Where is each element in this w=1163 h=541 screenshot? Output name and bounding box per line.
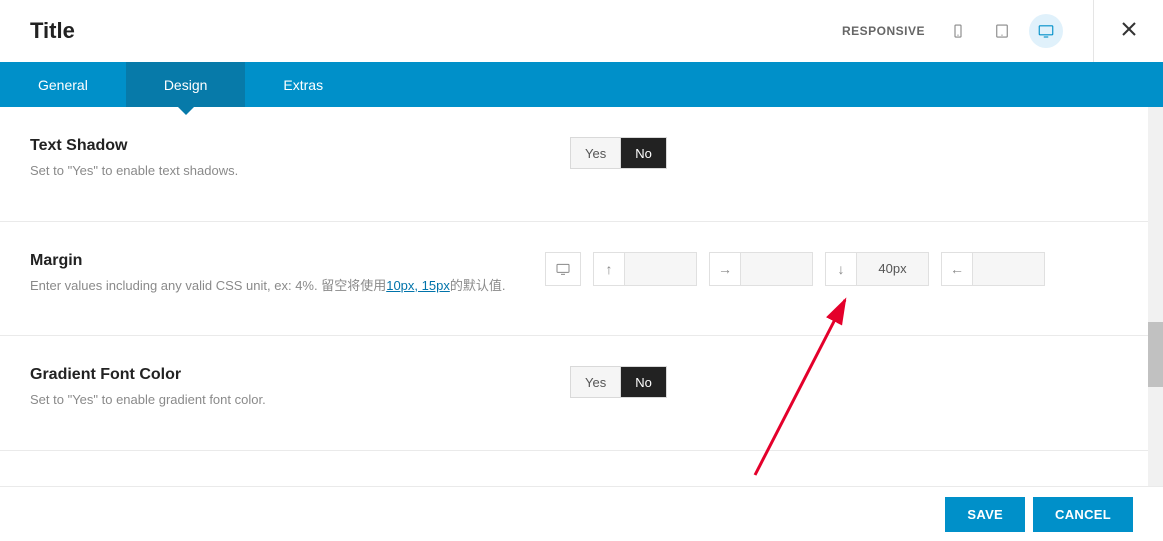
scrollbar-thumb[interactable] <box>1148 322 1163 387</box>
margin-responsive-button[interactable] <box>545 252 581 286</box>
margin-desc-prefix: Enter values including any valid CSS uni… <box>30 278 386 293</box>
close-column <box>1093 0 1163 62</box>
margin-right-input[interactable] <box>741 252 813 286</box>
margin-desc-suffix: 的默认值. <box>450 278 506 293</box>
arrow-right-icon: → <box>709 252 741 286</box>
tab-design[interactable]: Design <box>126 62 246 107</box>
section-left: Gradient Font Color Set to "Yes" to enab… <box>30 366 520 410</box>
device-mobile-button[interactable] <box>941 14 975 48</box>
section-left: Text Shadow Set to "Yes" to enable text … <box>30 137 520 181</box>
arrow-up-icon: ↑ <box>593 252 625 286</box>
close-icon <box>1121 21 1137 37</box>
text-shadow-no[interactable]: No <box>621 138 666 168</box>
header: Title RESPONSIVE <box>0 0 1163 62</box>
margin-top-input[interactable] <box>625 252 697 286</box>
body-area: Text Shadow Set to "Yes" to enable text … <box>0 107 1148 486</box>
section-gradient: Gradient Font Color Set to "Yes" to enab… <box>0 336 1148 451</box>
page-title: Title <box>30 18 75 44</box>
margin-right-group: → <box>709 252 813 286</box>
device-desktop-button[interactable] <box>1029 14 1063 48</box>
gradient-yes[interactable]: Yes <box>571 367 621 397</box>
section-right: Yes No <box>520 366 1118 410</box>
responsive-label: RESPONSIVE <box>842 24 925 38</box>
margin-desc: Enter values including any valid CSS uni… <box>30 276 520 296</box>
margin-top-group: ↑ <box>593 252 697 286</box>
footer: SAVE CANCEL <box>0 486 1163 541</box>
tabs: General Design Extras <box>0 62 1163 107</box>
desktop-icon <box>555 261 571 277</box>
arrow-down-icon: ↓ <box>825 252 857 286</box>
cancel-button[interactable]: CANCEL <box>1033 497 1133 532</box>
section-text-shadow: Text Shadow Set to "Yes" to enable text … <box>0 107 1148 222</box>
header-right: RESPONSIVE <box>842 0 1133 62</box>
margin-bottom-input[interactable] <box>857 252 929 286</box>
margin-title: Margin <box>30 252 520 270</box>
text-shadow-title: Text Shadow <box>30 137 520 155</box>
text-shadow-toggle: Yes No <box>570 137 667 169</box>
margin-left-group: ← <box>941 252 1045 286</box>
text-shadow-yes[interactable]: Yes <box>571 138 621 168</box>
gradient-no[interactable]: No <box>621 367 666 397</box>
save-button[interactable]: SAVE <box>945 497 1025 532</box>
gradient-toggle: Yes No <box>570 366 667 398</box>
close-button[interactable] <box>1121 20 1137 43</box>
margin-controls: ↑ → ↓ ← <box>545 252 1045 286</box>
mobile-icon <box>949 22 967 40</box>
margin-bottom-group: ↓ <box>825 252 929 286</box>
scrollbar-track[interactable] <box>1148 107 1163 486</box>
arrow-left-icon: ← <box>941 252 973 286</box>
section-right: ↑ → ↓ ← <box>520 252 1118 296</box>
section-margin: Margin Enter values including any valid … <box>0 222 1148 337</box>
desktop-icon <box>1037 22 1055 40</box>
gradient-title: Gradient Font Color <box>30 366 520 384</box>
section-left: Margin Enter values including any valid … <box>30 252 520 296</box>
text-shadow-desc: Set to "Yes" to enable text shadows. <box>30 161 520 181</box>
margin-default-link[interactable]: 10px, 15px <box>386 278 450 293</box>
tablet-icon <box>993 22 1011 40</box>
section-right: Yes No <box>520 137 1118 181</box>
margin-left-input[interactable] <box>973 252 1045 286</box>
tab-general[interactable]: General <box>0 62 126 107</box>
device-tablet-button[interactable] <box>985 14 1019 48</box>
tab-extras[interactable]: Extras <box>245 62 361 107</box>
gradient-desc: Set to "Yes" to enable gradient font col… <box>30 390 520 410</box>
